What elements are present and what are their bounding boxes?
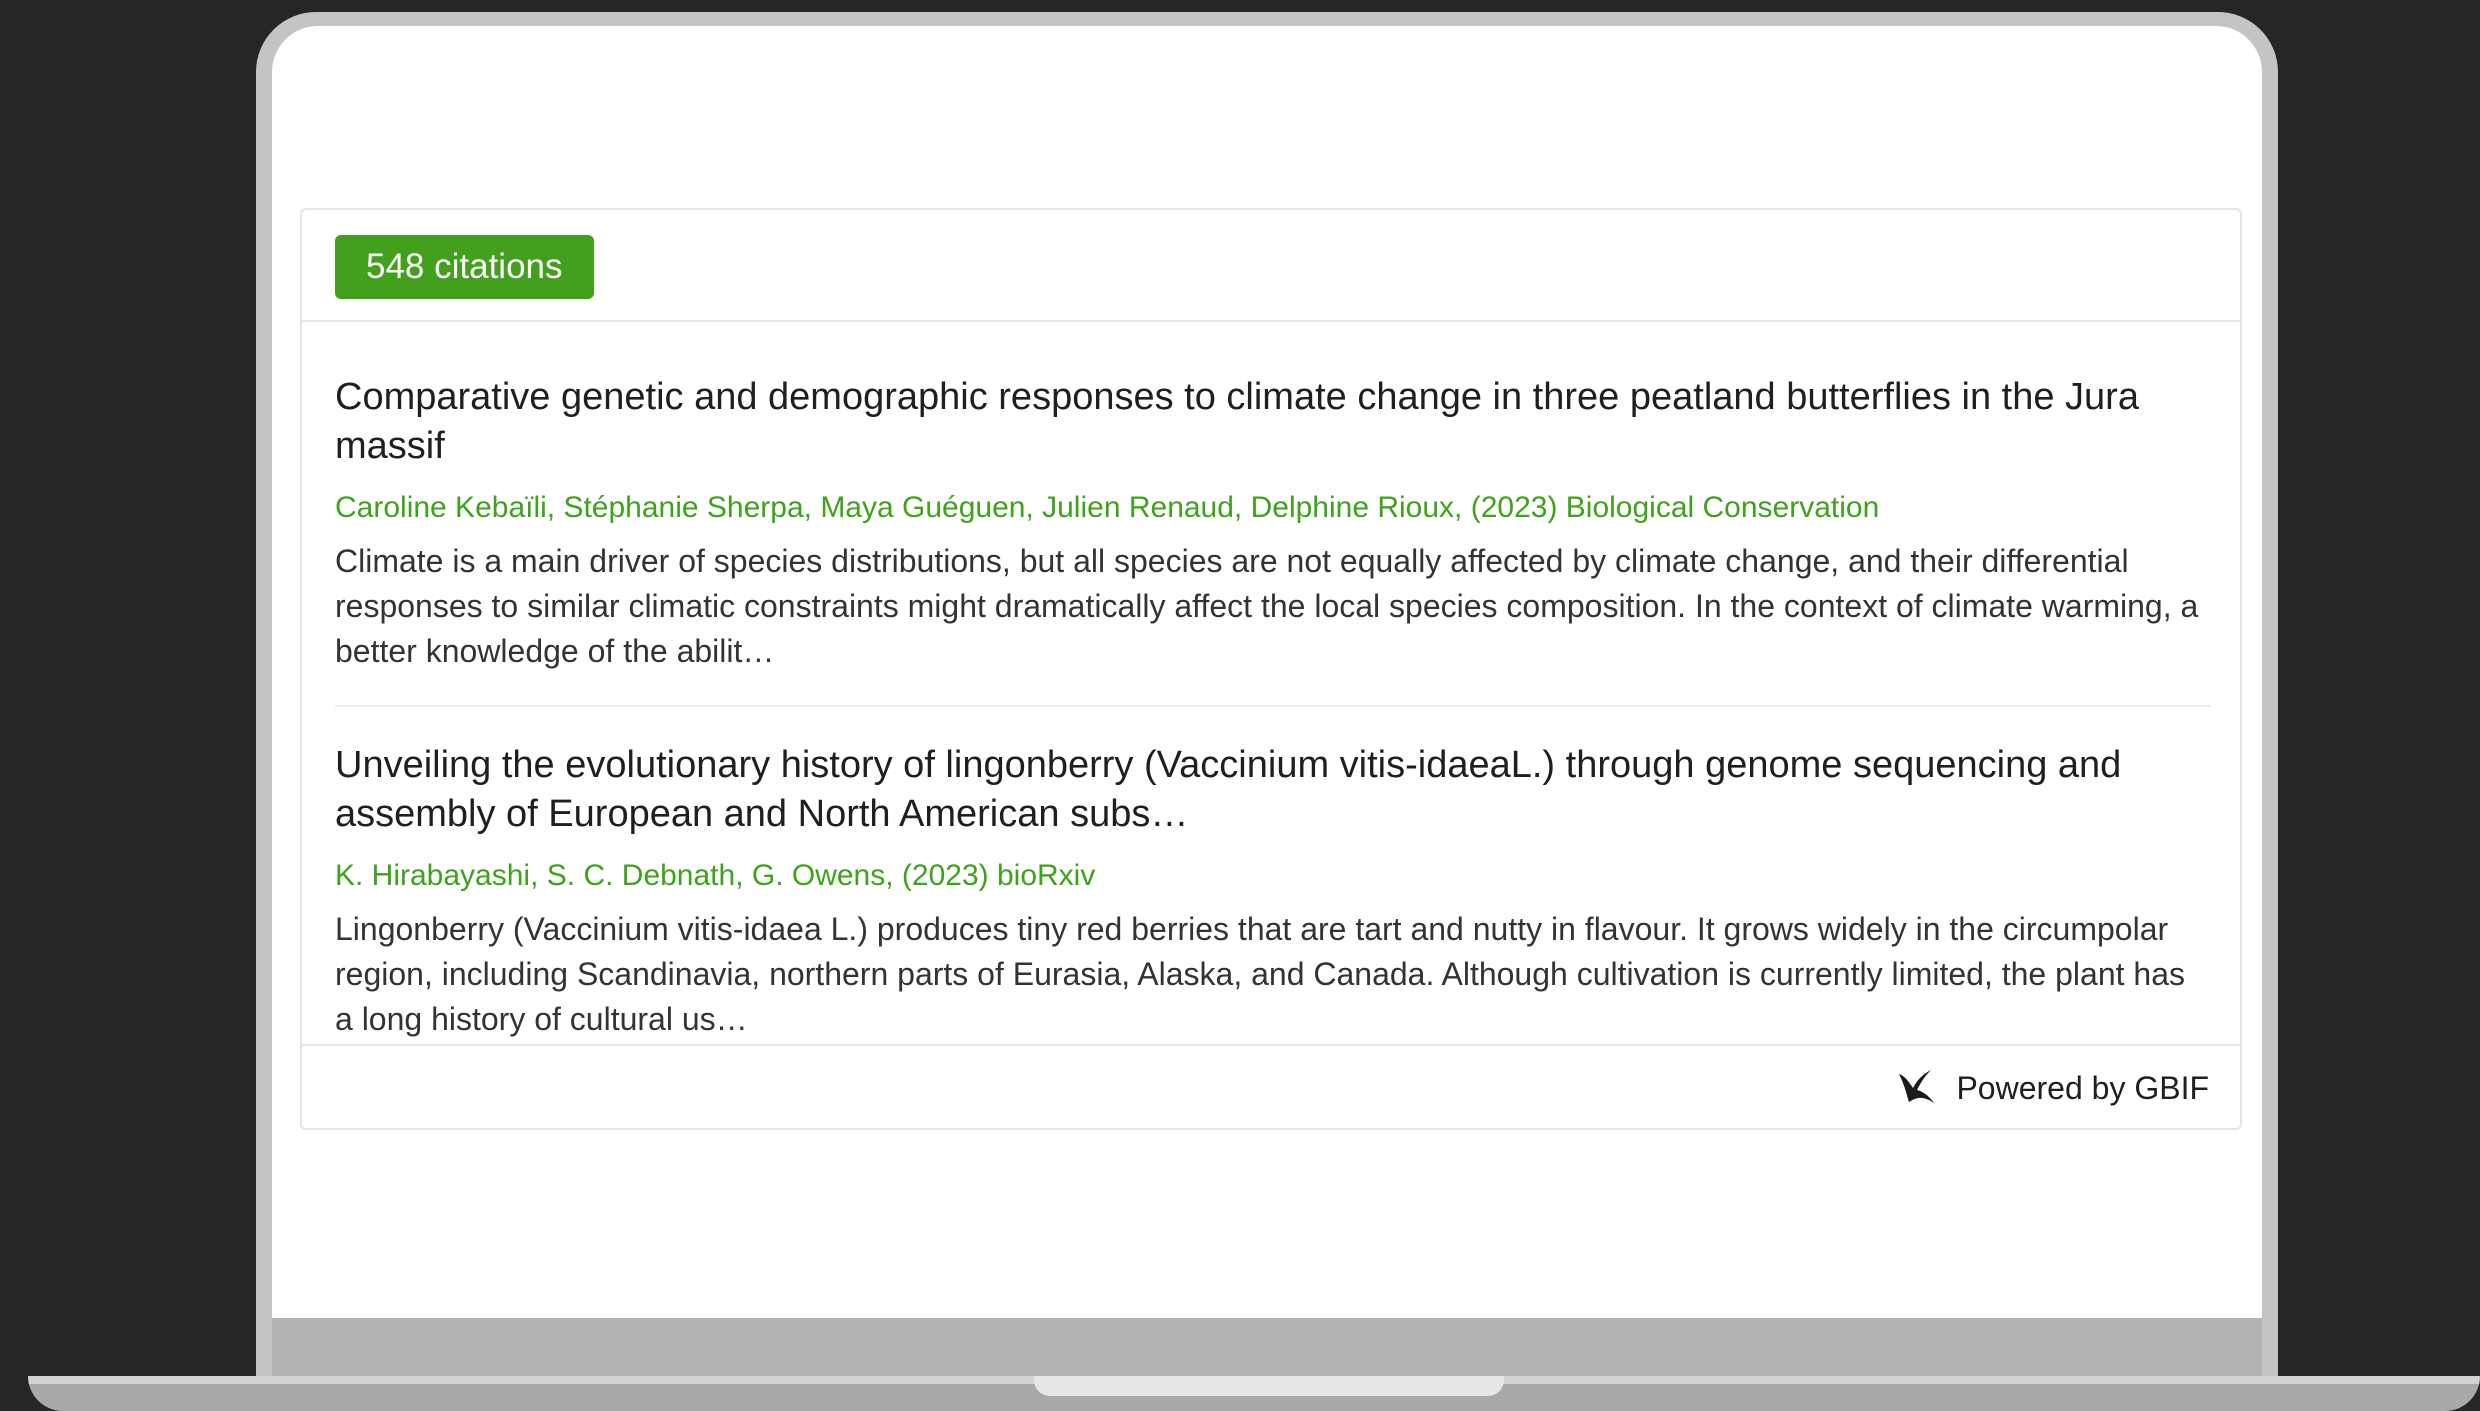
citation-title[interactable]: Comparative genetic and demographic resp… xyxy=(335,373,2210,471)
powered-by-label: Powered by GBIF xyxy=(1956,1069,2209,1106)
citation-count-badge[interactable]: 548 citations xyxy=(335,235,594,299)
laptop-notch xyxy=(1034,1376,1504,1396)
widget-footer: Powered by GBIF xyxy=(302,1044,2240,1128)
powered-by-gbif-link[interactable]: Powered by GBIF xyxy=(1895,1068,2209,1108)
citation-authors-source[interactable]: Caroline Kebaïli, Stéphanie Sherpa, Maya… xyxy=(335,488,2210,528)
citation-title[interactable]: Unveiling the evolutionary history of li… xyxy=(335,741,2210,839)
gbif-logo-icon xyxy=(1899,1070,1937,1106)
widget-header: 548 citations xyxy=(302,210,2240,322)
citation-abstract: Lingonberry (Vaccinium vitis-idaea L.) p… xyxy=(335,911,2185,1037)
citation-abstract: Climate is a main driver of species dist… xyxy=(335,543,2199,669)
citation-item: Comparative genetic and demographic resp… xyxy=(335,322,2210,707)
citation-item: Unveiling the evolutionary history of li… xyxy=(335,707,2210,1048)
citation-list[interactable]: Comparative genetic and demographic resp… xyxy=(302,322,2240,1048)
citations-widget: 548 citations Comparative genetic and de… xyxy=(300,208,2242,1130)
citation-authors-source[interactable]: K. Hirabayashi, S. C. Debnath, G. Owens,… xyxy=(335,856,2210,896)
laptop-chin xyxy=(272,1318,2262,1376)
